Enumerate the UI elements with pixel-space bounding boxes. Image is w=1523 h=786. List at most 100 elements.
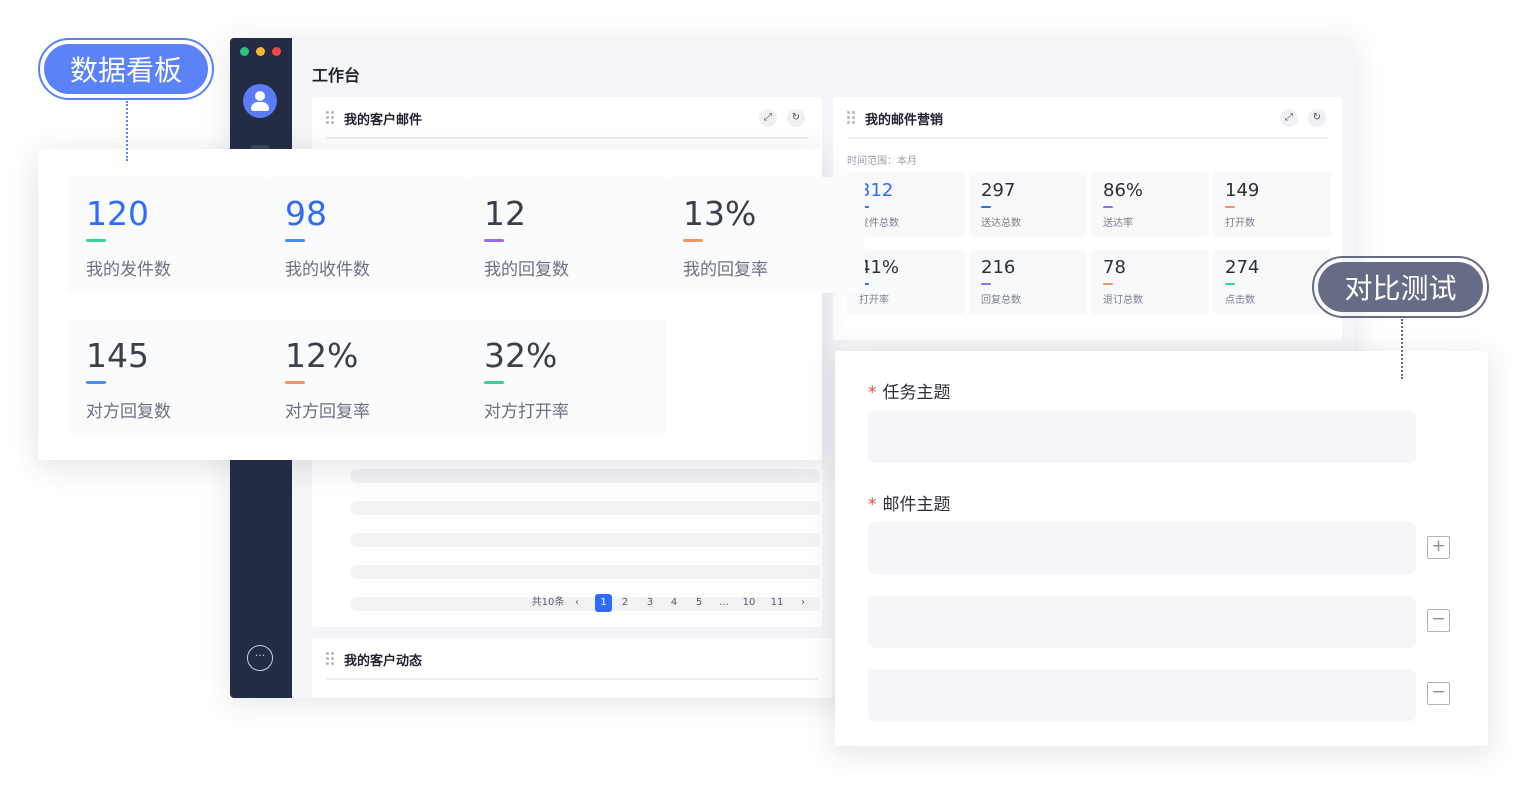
page-1[interactable]: 1 [595,594,612,612]
refresh-icon[interactable]: ↻ [787,109,805,127]
task-subject-label: * 任务主题 [868,383,951,403]
remove-subject-button[interactable]: − [1427,682,1450,705]
compare-test-form: * 任务主题 * 邮件主题 + − − [835,351,1488,746]
stat-accent-bar [484,239,504,242]
email-marketing-card: 我的邮件营销 ⤢ ↻ 时间范围：本月 312 发件总数 297 送达总数 86% 送达率 1… [833,97,1342,340]
stat-value: 98 [285,194,327,233]
refresh-icon[interactable]: ↻ [1308,109,1326,127]
pagination-total: 共10条 [531,597,565,608]
stat-accent-bar [1225,206,1235,208]
stat-accent-bar [86,239,106,242]
stat-value: 32% [484,336,558,375]
email-subject-variant-input[interactable] [868,669,1416,721]
stat-label: 打开率 [859,295,889,306]
card-title: 我的客户邮件 [344,113,423,128]
drag-handle-icon[interactable] [326,111,335,124]
stat-label: 对方回复数 [86,402,171,422]
stat-accent-bar [1103,206,1113,208]
dashboard-stat: 32% 对方打开率 [466,319,666,435]
skeleton-row [350,533,820,547]
page-ellipsis: ... [719,597,729,608]
skeleton-row [350,501,820,515]
stat-accent-bar [683,239,703,242]
drag-handle-icon[interactable] [847,111,856,124]
compare-callout-label: 对比测试 [1318,262,1483,312]
stat-value: 86% [1103,180,1144,201]
stat-label: 我的收件数 [285,260,370,280]
stat-label: 发件总数 [859,218,899,229]
marketing-stat: 297 送达总数 [969,172,1087,237]
stat-label: 点击数 [1225,295,1255,306]
stat-label: 我的回复率 [683,260,768,280]
dashboard-stat: 98 我的收件数 [267,177,467,293]
dashboard-stat: 120 我的发件数 [68,177,268,293]
stat-label: 我的回复数 [484,260,569,280]
more-options-icon[interactable]: ··· [247,645,273,671]
minimize-window-button[interactable] [256,47,265,56]
stat-accent-bar [484,381,504,384]
email-subject-input[interactable] [868,522,1416,574]
stat-label: 送达总数 [981,218,1021,229]
page-10[interactable]: 10 [740,594,758,612]
stat-label: 回复总数 [981,295,1021,306]
dashboard-callout: 数据看板 [38,38,214,100]
compare-callout: 对比测试 [1312,256,1489,318]
stat-value: 149 [1225,180,1260,201]
stat-value: 13% [683,194,757,233]
customer-activity-card: 我的客户动态 [312,638,832,698]
page-11[interactable]: 11 [768,594,786,612]
drag-handle-icon[interactable] [326,652,335,665]
stat-accent-bar [285,381,305,384]
stat-value: 12 [484,194,526,233]
stat-label: 对方打开率 [484,402,569,422]
stat-accent-bar [285,239,305,242]
stat-value: 274 [1225,257,1260,278]
add-subject-button[interactable]: + [1427,536,1450,559]
prev-page-button[interactable]: ‹ [570,594,584,612]
stat-accent-bar [981,206,991,208]
page-2[interactable]: 2 [618,594,632,612]
card-title: 我的客户动态 [344,654,423,669]
dashboard-stat: 13% 我的回复率 [665,177,865,293]
stat-value: 120 [86,194,149,233]
avatar[interactable] [243,84,277,118]
required-mark: * [868,495,877,515]
skeleton-row [350,469,820,483]
stat-accent-bar [86,381,106,384]
callout-connector [126,101,128,161]
next-page-button[interactable]: › [796,594,810,612]
close-window-button[interactable] [240,47,249,56]
marketing-stat: 86% 送达率 [1091,172,1209,237]
expand-icon[interactable]: ⤢ [759,109,777,127]
stat-value: 41% [859,257,900,278]
divider [847,137,1328,139]
stat-value: 145 [86,336,149,375]
email-subject-variant-input[interactable] [868,596,1416,648]
maximize-window-button[interactable] [272,47,281,56]
stat-label: 打开数 [1225,218,1255,229]
page-5[interactable]: 5 [692,594,706,612]
page-title: 工作台 [312,66,361,85]
stat-value: 78 [1103,257,1126,278]
stat-accent-bar [981,283,991,285]
dashboard-stat: 145 对方回复数 [68,319,268,435]
stat-label: 对方回复率 [285,402,370,422]
task-subject-input[interactable] [868,411,1416,463]
stat-value: 297 [981,180,1016,201]
card-title: 我的邮件营销 [865,113,944,128]
marketing-stat: 216 回复总数 [969,249,1087,314]
callout-connector [1401,319,1403,379]
page-4[interactable]: 4 [667,594,681,612]
stat-value: 12% [285,336,359,375]
stat-label: 我的发件数 [86,260,171,280]
remove-subject-button[interactable]: − [1427,609,1450,632]
divider [326,137,808,139]
stat-label: 送达率 [1103,218,1133,229]
expand-icon[interactable]: ⤢ [1280,109,1298,127]
time-range-label: 时间范围：本月 [847,156,917,167]
stat-value: 216 [981,257,1016,278]
required-mark: * [868,383,877,403]
page-3[interactable]: 3 [643,594,657,612]
stat-accent-bar [1103,283,1113,285]
dashboard-stat: 12% 对方回复率 [267,319,467,435]
